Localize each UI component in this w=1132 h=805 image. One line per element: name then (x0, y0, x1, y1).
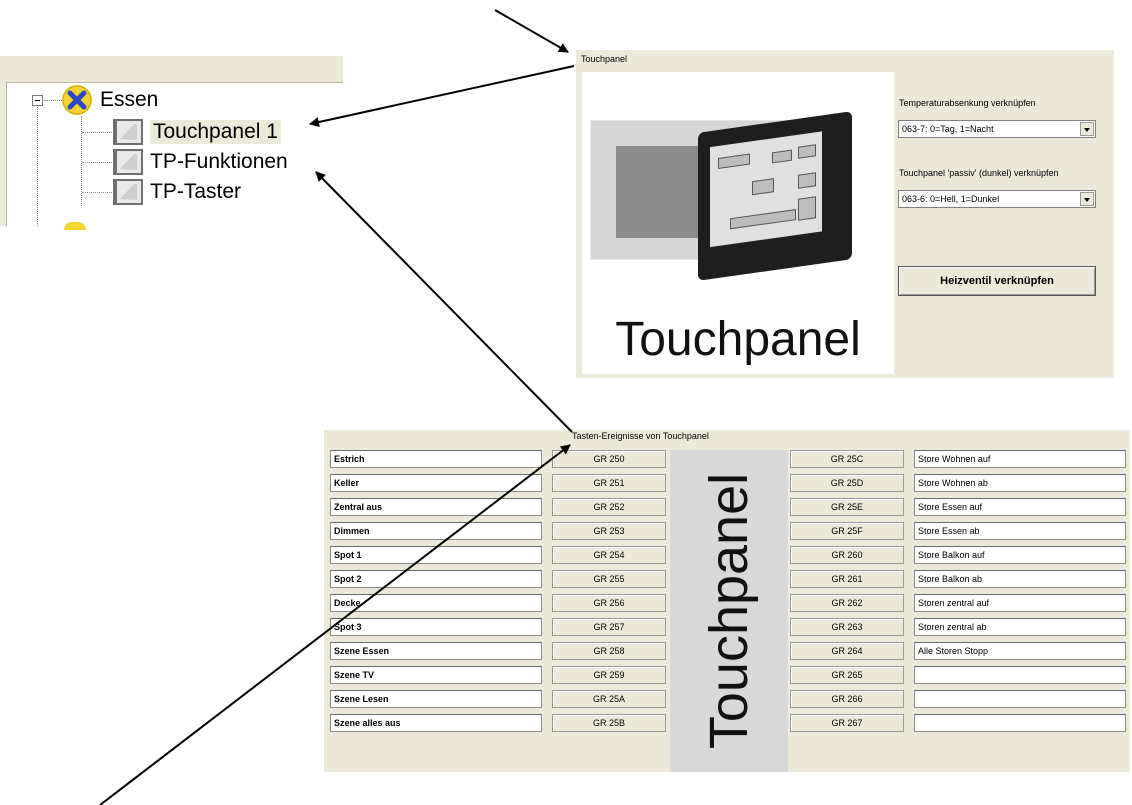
tree-line (82, 192, 112, 193)
group-address-button[interactable]: GR 261 (790, 570, 904, 588)
group-address-button[interactable]: GR 263 (790, 618, 904, 636)
chevron-down-icon[interactable] (1080, 122, 1094, 136)
button-name-field[interactable]: Keller (330, 474, 542, 492)
button-name-field[interactable]: Store Essen ab (914, 522, 1126, 540)
image-caption: Touchpanel (615, 313, 861, 366)
button-name-field[interactable]: Alle Storen Stopp (914, 642, 1126, 660)
tree-node-label: TP-Taster (150, 180, 242, 203)
tree-top-border (0, 56, 343, 83)
group-address-button[interactable]: GR 260 (790, 546, 904, 564)
button-name-field[interactable]: Szene Lesen (330, 690, 542, 708)
image-device-button (798, 196, 816, 221)
tree-node-touchpanel-1[interactable]: Touchpanel 1 (112, 117, 281, 147)
group-address-button[interactable]: GR 25F (790, 522, 904, 540)
tree-line (82, 132, 112, 133)
button-name-field[interactable]: Szene Essen (330, 642, 542, 660)
temperature-select[interactable]: 063-7: 0=Tag, 1=Nacht (898, 120, 1096, 138)
collapse-toggle[interactable] (32, 95, 43, 106)
tree-node-essen[interactable]: Essen (62, 85, 158, 115)
panel-title: Touchpanel (581, 54, 628, 64)
group-address-button[interactable]: GR 250 (552, 450, 666, 468)
device-icon (112, 178, 144, 206)
group-address-button[interactable]: GR 265 (790, 666, 904, 684)
link-heating-valve-button[interactable]: Heizventil verknüpfen (898, 266, 1096, 296)
group-address-button[interactable]: GR 25E (790, 498, 904, 516)
passive-select[interactable]: 063-6: 0=Hell, 1=Dunkel (898, 190, 1096, 208)
button-name-field[interactable] (914, 690, 1126, 708)
touchpanel-panel: Touchpanel Touchpanel Temperaturabsenkun… (576, 50, 1114, 378)
group-address-button[interactable]: GR 25B (552, 714, 666, 732)
image-device-button (730, 209, 796, 230)
group-address-button[interactable]: GR 253 (552, 522, 666, 540)
tree-left-border (0, 82, 7, 226)
group-address-button[interactable]: GR 257 (552, 618, 666, 636)
group-address-button[interactable]: GR 252 (552, 498, 666, 516)
image-device-screen (710, 131, 822, 248)
tree-line (44, 100, 62, 101)
tree-node-label: TP-Funktionen (150, 150, 288, 173)
group-address-button[interactable]: GR 258 (552, 642, 666, 660)
image-device-button (718, 153, 750, 170)
arrow-line (309, 65, 575, 127)
events-title: Tasten-Ereignisse von Touchpanel (572, 431, 709, 441)
button-name-field[interactable] (914, 666, 1126, 684)
button-name-field[interactable]: Decke (330, 594, 542, 612)
group-address-button[interactable]: GR 259 (552, 666, 666, 684)
group-address-button[interactable]: GR 256 (552, 594, 666, 612)
button-name-field[interactable]: Store Balkon auf (914, 546, 1126, 564)
x-icon (62, 85, 92, 115)
image-device-button (798, 172, 816, 189)
group-address-button[interactable]: GR 251 (552, 474, 666, 492)
button-name-field[interactable]: Store Wohnen auf (914, 450, 1126, 468)
group-address-button[interactable]: GR 254 (552, 546, 666, 564)
tree-node-tp-funktionen[interactable]: TP-Funktionen (112, 147, 288, 177)
button-name-field[interactable] (914, 714, 1126, 732)
passive-select-value: 063-6: 0=Hell, 1=Dunkel (902, 194, 1000, 204)
button-name-field[interactable]: Storen zentral auf (914, 594, 1126, 612)
button-name-field[interactable]: Estrich (330, 450, 542, 468)
group-address-button[interactable]: GR 262 (790, 594, 904, 612)
tree-node-label: Essen (100, 88, 159, 111)
arrow-line (315, 171, 573, 433)
chevron-down-icon[interactable] (1080, 192, 1094, 206)
button-name-field[interactable]: Spot 3 (330, 618, 542, 636)
button-name-field[interactable]: Store Essen auf (914, 498, 1126, 516)
image-device (698, 111, 852, 281)
device-icon (112, 118, 144, 146)
image-device-button (752, 178, 774, 196)
temperature-select-value: 063-7: 0=Tag, 1=Nacht (902, 124, 994, 134)
button-events-panel: Tasten-Ereignisse von Touchpanel Touchpa… (324, 430, 1130, 772)
button-name-field[interactable]: Szene alles aus (330, 714, 542, 732)
image-device-button (772, 149, 792, 164)
group-address-button[interactable]: GR 25C (790, 450, 904, 468)
passive-label: Touchpanel 'passiv' (dunkel) verknüpfen (899, 168, 1059, 178)
partial-node-icon (64, 222, 86, 230)
button-name-field[interactable]: Storen zentral ab (914, 618, 1126, 636)
arrow-line (494, 9, 569, 53)
group-address-button[interactable]: GR 25D (790, 474, 904, 492)
group-address-button[interactable]: GR 255 (552, 570, 666, 588)
tree-node-label: Touchpanel 1 (150, 120, 281, 144)
group-address-button[interactable]: GR 267 (790, 714, 904, 732)
button-name-field[interactable]: Zentral aus (330, 498, 542, 516)
tree-view: Essen Touchpanel 1 TP-Funktionen TP-Tast… (0, 56, 343, 226)
tree-node-tp-taster[interactable]: TP-Taster (112, 177, 241, 207)
center-label-panel: Touchpanel (670, 450, 788, 772)
button-name-field[interactable]: Store Balkon ab (914, 570, 1126, 588)
button-name-field[interactable]: Dimmen (330, 522, 542, 540)
device-icon (112, 148, 144, 176)
group-address-button[interactable]: GR 25A (552, 690, 666, 708)
tree-line (82, 162, 112, 163)
group-address-button[interactable]: GR 266 (790, 690, 904, 708)
tree-line (37, 107, 38, 226)
center-label: Touchpanel (699, 472, 759, 750)
button-name-field[interactable]: Szene TV (330, 666, 542, 684)
temperature-label: Temperaturabsenkung verknüpfen (899, 98, 1036, 108)
touchpanel-image: Touchpanel (582, 72, 894, 374)
button-name-field[interactable]: Spot 1 (330, 546, 542, 564)
image-device-button (798, 144, 816, 159)
group-address-button[interactable]: GR 264 (790, 642, 904, 660)
button-name-field[interactable]: Spot 2 (330, 570, 542, 588)
button-name-field[interactable]: Store Wohnen ab (914, 474, 1126, 492)
